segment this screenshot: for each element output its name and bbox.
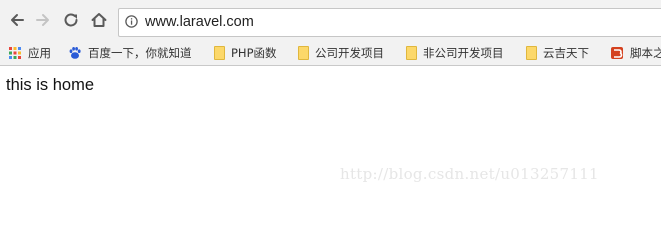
jb51-logo-icon: [611, 46, 623, 59]
csdn-watermark: http://blog.csdn.net/u013257111: [340, 165, 599, 183]
bookmark-jb51[interactable]: 脚本之: [610, 40, 661, 65]
url-text[interactable]: www.laravel.com: [145, 14, 254, 30]
folder-icon: [406, 45, 417, 60]
home-icon: [91, 13, 107, 27]
folder-icon: [298, 45, 309, 60]
back-button[interactable]: [6, 9, 28, 31]
bookmark-folder-personal-projects[interactable]: 非公司开发项目: [406, 40, 504, 65]
folder-icon: [214, 45, 225, 60]
bookmark-label: 百度一下，你就知道: [88, 45, 192, 60]
baidu-paw-icon: [69, 46, 81, 59]
bookmark-label: 非公司开发项目: [423, 45, 504, 60]
reload-button[interactable]: [60, 9, 82, 31]
bookmark-apps[interactable]: 应用: [8, 40, 51, 65]
folder-icon: [526, 45, 537, 60]
bookmark-label: 脚本之: [630, 45, 661, 60]
reload-icon: [64, 13, 78, 27]
bookmark-baidu[interactable]: 百度一下，你就知道: [68, 40, 192, 65]
bookmark-folder-php[interactable]: PHP函数: [214, 40, 277, 65]
browser-toolbar: www.laravel.com: [0, 0, 661, 40]
bookmark-folder-company-projects[interactable]: 公司开发项目: [298, 40, 384, 65]
back-arrow-icon: [11, 14, 24, 26]
bookmark-label: PHP函数: [231, 45, 277, 60]
bookmark-folder-yunji[interactable]: 云吉天下: [526, 40, 589, 65]
bookmark-label: 应用: [28, 45, 51, 60]
bookmarks-bar: 应用 百度一下，你就知道 PHP函数 公司开发项目 非公司开发项目 云吉天下 脚…: [0, 40, 661, 66]
bookmark-label: 云吉天下: [543, 45, 589, 60]
apps-grid-icon: [9, 46, 21, 59]
forward-arrow-icon: [36, 14, 49, 26]
page-body-text: this is home: [6, 76, 95, 94]
home-button[interactable]: [88, 9, 110, 31]
info-icon[interactable]: [125, 15, 138, 28]
address-bar[interactable]: www.laravel.com: [118, 8, 661, 37]
forward-button[interactable]: [32, 9, 54, 31]
bookmark-label: 公司开发项目: [315, 45, 384, 60]
